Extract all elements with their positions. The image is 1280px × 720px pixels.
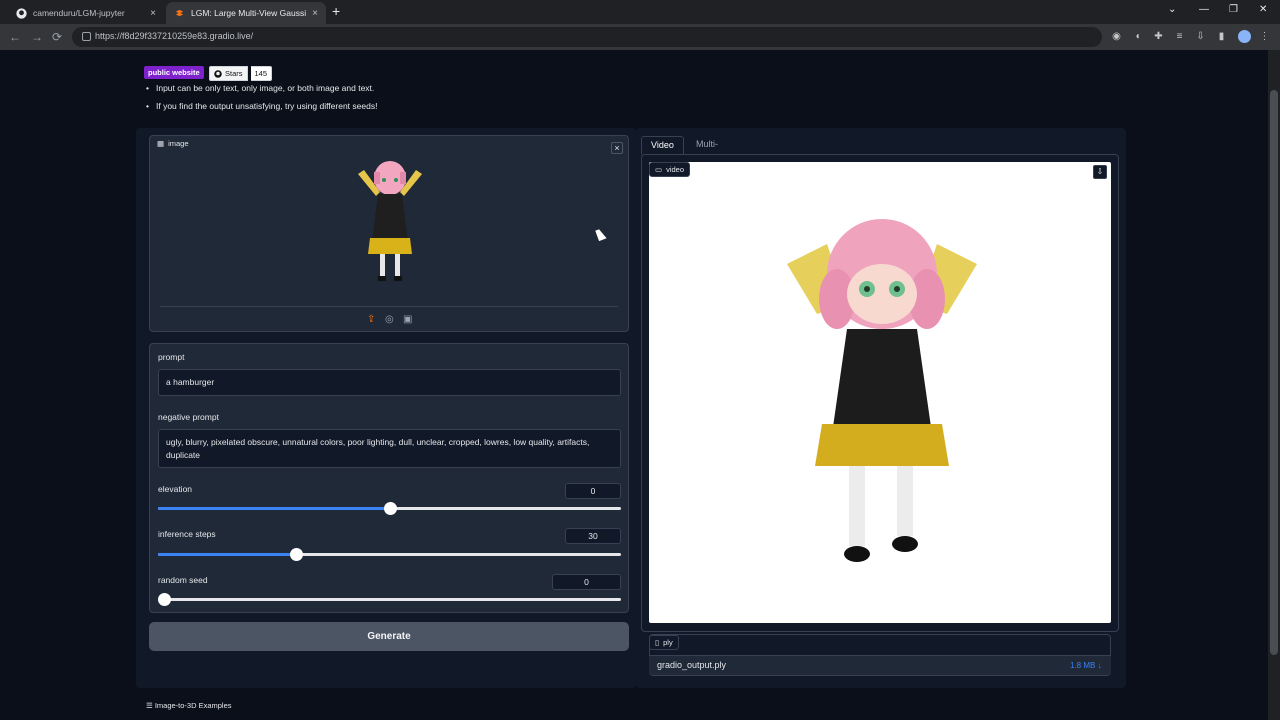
github-icon (214, 69, 222, 78)
file-icon: ▯ (655, 638, 660, 647)
elevation-slider[interactable] (158, 502, 621, 515)
minimize-icon[interactable]: — (1199, 4, 1209, 15)
prompt-input[interactable]: a hamburger (158, 369, 621, 396)
bullet-item: If you find the output unsatisfying, try… (146, 101, 377, 119)
tab-video[interactable]: Video (641, 136, 684, 155)
browser-tab-lgm[interactable]: LGM: Large Multi-View Gaussian... × (166, 2, 326, 24)
menu-icon[interactable]: ⋮ (1259, 31, 1270, 42)
back-icon[interactable]: ← (9, 30, 21, 44)
stars-text: Stars (225, 69, 243, 78)
browser-tab-label: LGM: Large Multi-View Gaussian... (191, 8, 306, 18)
elevation-label: elevation (158, 484, 193, 494)
public-website-badge[interactable]: public website (144, 66, 204, 79)
inference-steps-number-input[interactable]: 30 (565, 528, 621, 544)
github-icon (16, 7, 27, 19)
close-icon[interactable]: × (312, 8, 318, 19)
inference-steps-slider[interactable] (158, 548, 621, 561)
random-seed-slider[interactable] (158, 593, 621, 606)
slider-thumb[interactable] (383, 502, 397, 515)
puzzle-icon[interactable]: ✚ (1153, 31, 1164, 42)
bullet-item: Input can be only text, only image, or b… (146, 83, 377, 101)
tab-multi-view-image[interactable]: Multi-view Image (687, 136, 730, 183)
github-stars-badge[interactable]: Stars 145 (209, 66, 273, 81)
close-icon[interactable]: × (150, 8, 156, 19)
negative-prompt-label: negative prompt (158, 412, 219, 422)
webcam-icon[interactable]: ◎ (385, 314, 394, 325)
browser-tab-github[interactable]: camenduru/LGM-jupyter × (8, 2, 164, 24)
upload-icon[interactable]: ⇪ (367, 314, 375, 325)
random-seed-number-input[interactable]: 0 (552, 574, 621, 590)
profile-avatar[interactable] (1238, 30, 1251, 43)
browser-tab-bar: camenduru/LGM-jupyter × LGM: Large Multi… (0, 0, 1280, 24)
image-label: ▦ image (157, 139, 189, 148)
file-name[interactable]: gradio_output.ply (657, 660, 726, 670)
uploaded-character-image (358, 161, 422, 281)
playlist-icon[interactable]: ≡ (1174, 31, 1185, 42)
info-bullets: Input can be only text, only image, or b… (146, 83, 377, 119)
restore-icon[interactable]: ❐ (1229, 4, 1238, 15)
tab-search-icon[interactable]: ⌄ (1168, 4, 1176, 15)
rendered-3d-character (787, 219, 977, 562)
video-player[interactable] (649, 162, 1111, 623)
generate-button[interactable]: Generate (149, 622, 629, 651)
new-tab-button[interactable]: + (332, 3, 340, 19)
close-window-icon[interactable]: ✕ (1259, 4, 1267, 15)
browser-tab-label: camenduru/LGM-jupyter (33, 8, 125, 18)
clear-image-button[interactable]: × (611, 142, 623, 154)
audio-icon[interactable]: ◖ (1132, 31, 1143, 42)
address-bar[interactable]: https://f8d29f337210259e83.gradio.live/ (72, 27, 1102, 47)
extension-icon[interactable]: ◉ (1111, 31, 1122, 42)
gradio-icon (174, 8, 185, 19)
scrollbar-thumb[interactable] (1270, 90, 1278, 655)
prompt-label: prompt (158, 352, 185, 362)
browser-toolbar: ← → ⟳ https://f8d29f337210259e83.gradio.… (0, 24, 1280, 50)
elevation-number-input[interactable]: 0 (565, 483, 621, 499)
stars-label: Stars (209, 66, 248, 81)
file-size-download[interactable]: 1.8 MB ↓ (1070, 661, 1102, 670)
divider (160, 306, 618, 307)
download-icon[interactable]: ⇩ (1195, 31, 1206, 42)
list-icon: ☰ (146, 701, 155, 710)
random-seed-label: random seed (158, 575, 208, 585)
file-label: ▯ ply (649, 635, 679, 650)
stars-count: 145 (250, 66, 273, 81)
url-text: https://f8d29f337210259e83.gradio.live/ (95, 31, 254, 41)
slider-fill (158, 553, 296, 556)
page-scrollbar[interactable] (1268, 50, 1280, 720)
download-video-button[interactable]: ⇩ (1093, 165, 1107, 179)
negative-prompt-input[interactable]: ugly, blurry, pixelated obscure, unnatur… (158, 429, 621, 468)
video-camera-icon: ▭ (655, 165, 663, 174)
slider-fill (158, 507, 390, 510)
examples-accordion[interactable]: ☰ Image-to-3D Examples (146, 701, 232, 710)
reload-icon[interactable]: ⟳ (52, 30, 62, 44)
image-input[interactable]: ▦ image × ⇪ ◎ ▣ (149, 135, 629, 332)
video-label: ▭ video (649, 162, 691, 177)
clipboard-icon[interactable]: ▣ (403, 314, 412, 325)
sidepanel-icon[interactable]: ▮ (1216, 31, 1227, 42)
lock-icon (82, 32, 91, 41)
slider-thumb[interactable] (289, 548, 303, 561)
inference-steps-label: inference steps (158, 529, 216, 539)
image-icon: ▦ (157, 139, 165, 148)
forward-icon[interactable]: → (31, 30, 43, 44)
slider-thumb[interactable] (158, 593, 171, 606)
